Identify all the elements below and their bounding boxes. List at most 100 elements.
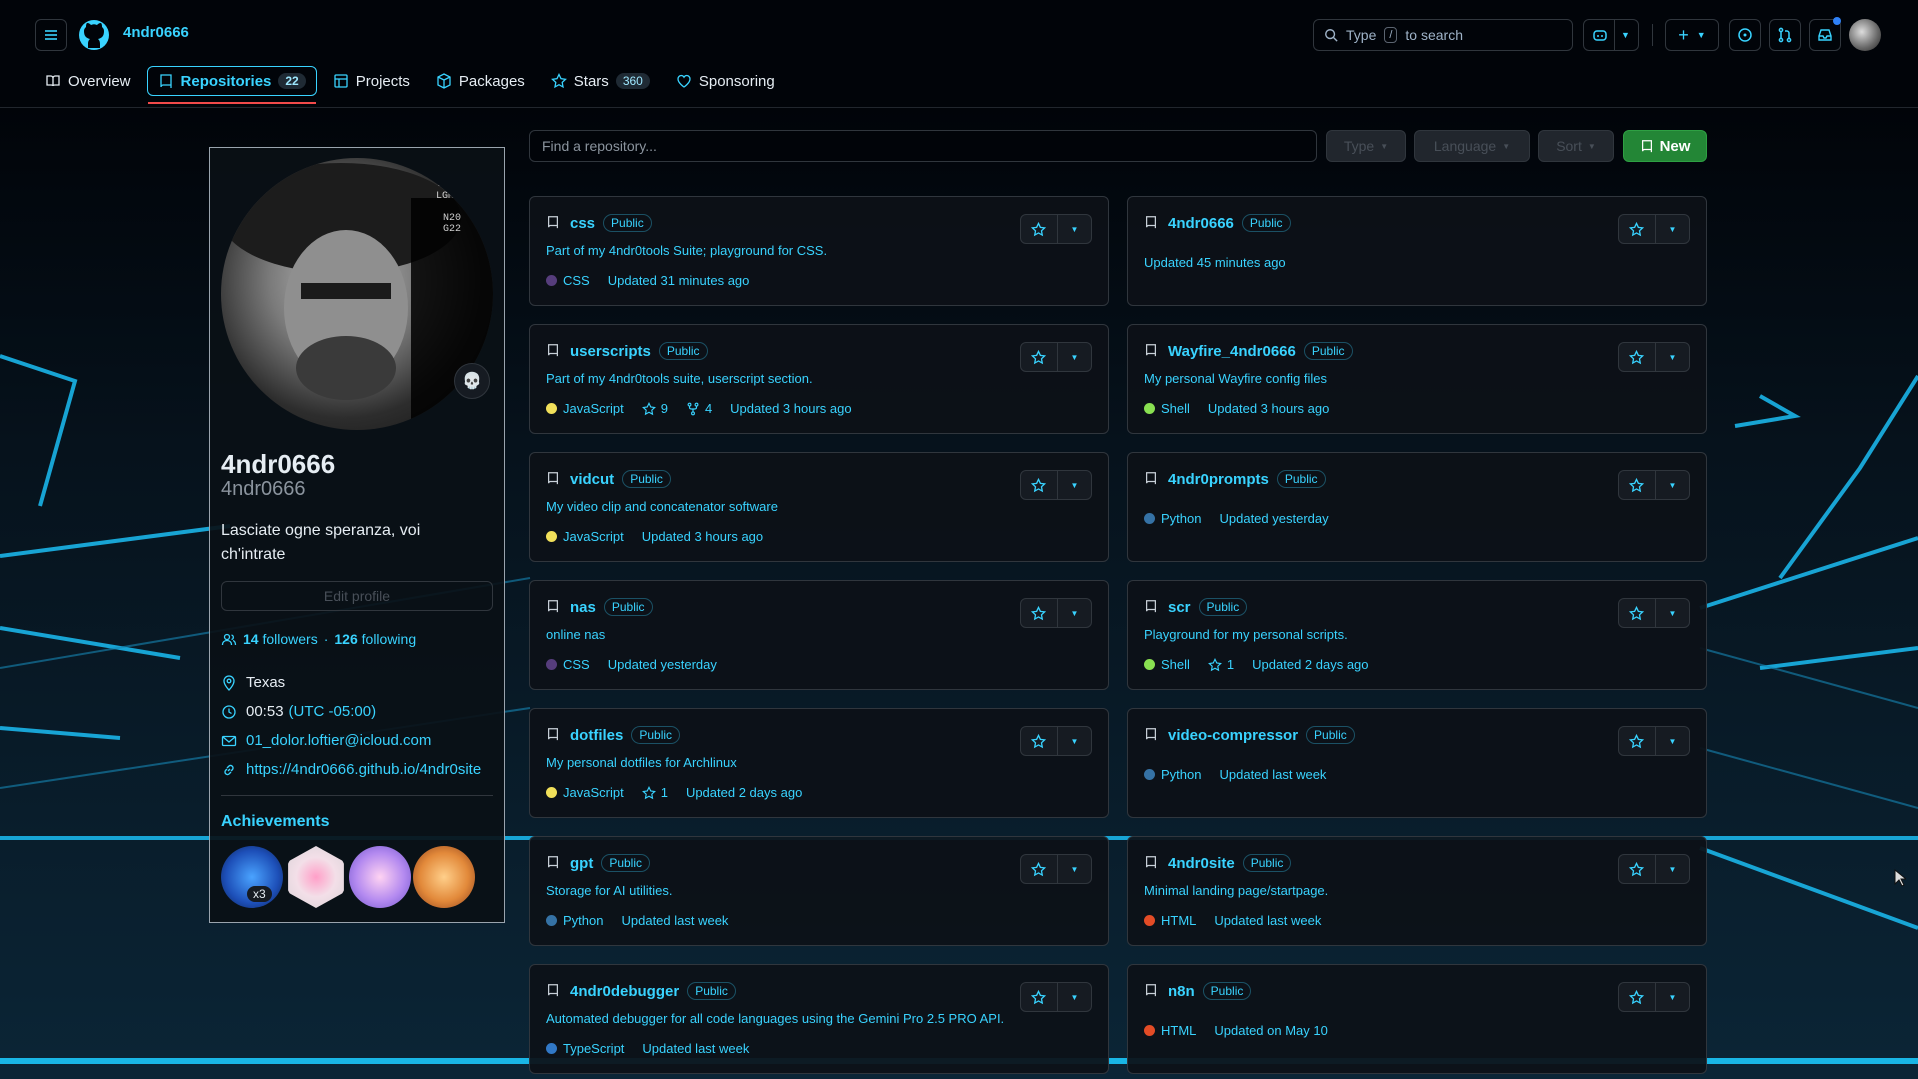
star-list-dropdown[interactable]: ▼: [1058, 343, 1091, 371]
repo-forks-link[interactable]: 4: [686, 401, 712, 416]
menu-button[interactable]: [35, 19, 67, 51]
profile-avatar[interactable]: TGT LGM N20 G22: [221, 158, 493, 430]
star-button[interactable]: [1619, 343, 1656, 371]
repo-name-link[interactable]: vidcut Public: [570, 470, 671, 488]
repo-language: Python: [1144, 767, 1201, 782]
star-list-dropdown[interactable]: ▼: [1656, 215, 1689, 243]
mouse-cursor-icon: [1894, 869, 1906, 887]
edit-profile-button[interactable]: Edit profile: [221, 581, 493, 611]
find-repository-input[interactable]: Find a repository...: [529, 130, 1317, 162]
achievement-yolo-badge[interactable]: [349, 846, 411, 908]
repo-name-link[interactable]: nas Public: [570, 598, 653, 616]
star-button[interactable]: [1619, 983, 1656, 1011]
tab-projects[interactable]: Projects: [323, 66, 420, 96]
achievement-heart-badge[interactable]: [288, 846, 344, 908]
star-list-dropdown[interactable]: ▼: [1656, 855, 1689, 883]
star-list-dropdown[interactable]: ▼: [1058, 855, 1091, 883]
repo-meta: Shell Updated 3 hours ago: [1144, 401, 1329, 416]
repo-stargazers-link[interactable]: 9: [641, 401, 668, 416]
repo-name-link[interactable]: 4ndr0666 Public: [1168, 214, 1291, 232]
status-emoji-button[interactable]: 💀: [454, 363, 490, 399]
stars-count-badge: 360: [615, 73, 650, 89]
tab-packages[interactable]: Packages: [426, 66, 535, 96]
email-link[interactable]: 01_dolor.loftier@icloud.com: [246, 732, 431, 749]
star-button[interactable]: [1619, 727, 1656, 755]
star-icon: [1629, 349, 1645, 364]
visibility-badge: Public: [1276, 470, 1326, 488]
repo-icon: [548, 984, 558, 997]
achievement-multiplier: x3: [247, 886, 272, 902]
header-username[interactable]: 4ndr0666: [123, 24, 189, 41]
star-list-dropdown[interactable]: ▼: [1656, 343, 1689, 371]
followers-link[interactable]: 14 followers: [243, 631, 318, 647]
website-link[interactable]: https://4ndr0666.github.io/4ndr0site: [246, 761, 481, 778]
star-button[interactable]: [1021, 343, 1058, 371]
star-list-dropdown[interactable]: ▼: [1656, 599, 1689, 627]
repo-name-link[interactable]: 4ndr0site Public: [1168, 854, 1292, 872]
find-placeholder: Find a repository...: [542, 138, 657, 154]
star-list-dropdown[interactable]: ▼: [1058, 727, 1091, 755]
achievements-heading[interactable]: Achievements: [221, 813, 330, 831]
repo-meta: Python Updated last week: [1144, 767, 1326, 782]
star-button[interactable]: [1021, 855, 1058, 883]
visibility-badge: Public: [687, 982, 736, 1000]
repo-name-link[interactable]: scr Public: [1168, 598, 1248, 616]
issues-button[interactable]: [1729, 19, 1761, 51]
repo-name-link[interactable]: 4ndr0prompts Public: [1168, 470, 1326, 488]
repo-name-link[interactable]: Wayfire_4ndr0666 Public: [1168, 342, 1353, 360]
visibility-badge: Public: [1242, 854, 1292, 872]
github-logo-icon[interactable]: [78, 19, 110, 51]
tab-stars[interactable]: Stars 360: [541, 66, 660, 96]
search-input[interactable]: Type / to search: [1313, 19, 1573, 51]
language-filter-button[interactable]: Language ▼: [1414, 130, 1530, 162]
star-list-dropdown[interactable]: ▼: [1058, 471, 1091, 499]
repo-name-link[interactable]: css Public: [570, 214, 652, 232]
star-list-dropdown[interactable]: ▼: [1058, 215, 1091, 243]
repo-updated: Updated 3 hours ago: [1207, 401, 1330, 416]
star-button[interactable]: [1021, 471, 1058, 499]
repo-stargazers-link[interactable]: 1: [1207, 657, 1234, 672]
achievement-quickdraw-badge[interactable]: [413, 846, 475, 908]
star-button[interactable]: [1619, 471, 1656, 499]
user-avatar[interactable]: [1849, 19, 1881, 51]
tab-label: Stars: [573, 72, 609, 90]
star-button[interactable]: [1619, 215, 1656, 243]
repo-language: HTML: [1144, 1023, 1196, 1038]
star-button[interactable]: [1619, 599, 1656, 627]
create-new-button[interactable]: + ▼: [1665, 19, 1719, 51]
sort-filter-button[interactable]: Sort ▼: [1538, 130, 1614, 162]
repo-name-link[interactable]: dotfiles Public: [570, 726, 681, 744]
star-list-dropdown[interactable]: ▼: [1656, 727, 1689, 755]
star-list-dropdown[interactable]: ▼: [1058, 599, 1091, 627]
repo-name-link[interactable]: userscripts Public: [570, 342, 708, 360]
star-button[interactable]: [1021, 599, 1058, 627]
star-button[interactable]: [1021, 983, 1058, 1011]
caret-down-icon: ▼: [1070, 992, 1079, 1002]
copilot-button[interactable]: ▼: [1583, 19, 1639, 51]
star-button[interactable]: [1021, 727, 1058, 755]
people-icon: [221, 633, 237, 646]
star-list-dropdown[interactable]: ▼: [1656, 983, 1689, 1011]
repo-stargazers-link[interactable]: 1: [641, 785, 668, 800]
repo-name-link[interactable]: 4ndr0debugger Public: [570, 982, 736, 1000]
star-list-dropdown[interactable]: ▼: [1058, 983, 1091, 1011]
star-button[interactable]: [1021, 215, 1058, 243]
repo-name-link[interactable]: video-compressor Public: [1168, 726, 1355, 744]
star-list-dropdown[interactable]: ▼: [1656, 471, 1689, 499]
tab-overview[interactable]: Overview: [35, 66, 141, 96]
type-filter-button[interactable]: Type ▼: [1326, 130, 1406, 162]
caret-down-icon: ▼: [1070, 864, 1079, 874]
repo-meta: Updated 45 minutes ago: [1144, 255, 1286, 270]
profile-sidebar: TGT LGM N20 G22 💀 4ndr0666 4ndr0666 Lasciat…: [209, 147, 505, 923]
star-button[interactable]: [1619, 855, 1656, 883]
new-repo-button[interactable]: New: [1623, 130, 1707, 162]
vcard-email[interactable]: 01_dolor.loftier@icloud.com: [221, 732, 493, 749]
repo-name-link[interactable]: n8n Public: [1168, 982, 1252, 1000]
repo-name-link[interactable]: gpt Public: [570, 854, 651, 872]
tab-sponsoring[interactable]: Sponsoring: [666, 66, 785, 96]
following-link[interactable]: 126 following: [334, 631, 416, 647]
vcard-website[interactable]: https://4ndr0666.github.io/4ndr0site: [221, 761, 493, 778]
tab-repositories[interactable]: Repositories 22: [146, 66, 317, 104]
pull-requests-button[interactable]: [1769, 19, 1801, 51]
visibility-badge: Public: [1241, 214, 1291, 232]
